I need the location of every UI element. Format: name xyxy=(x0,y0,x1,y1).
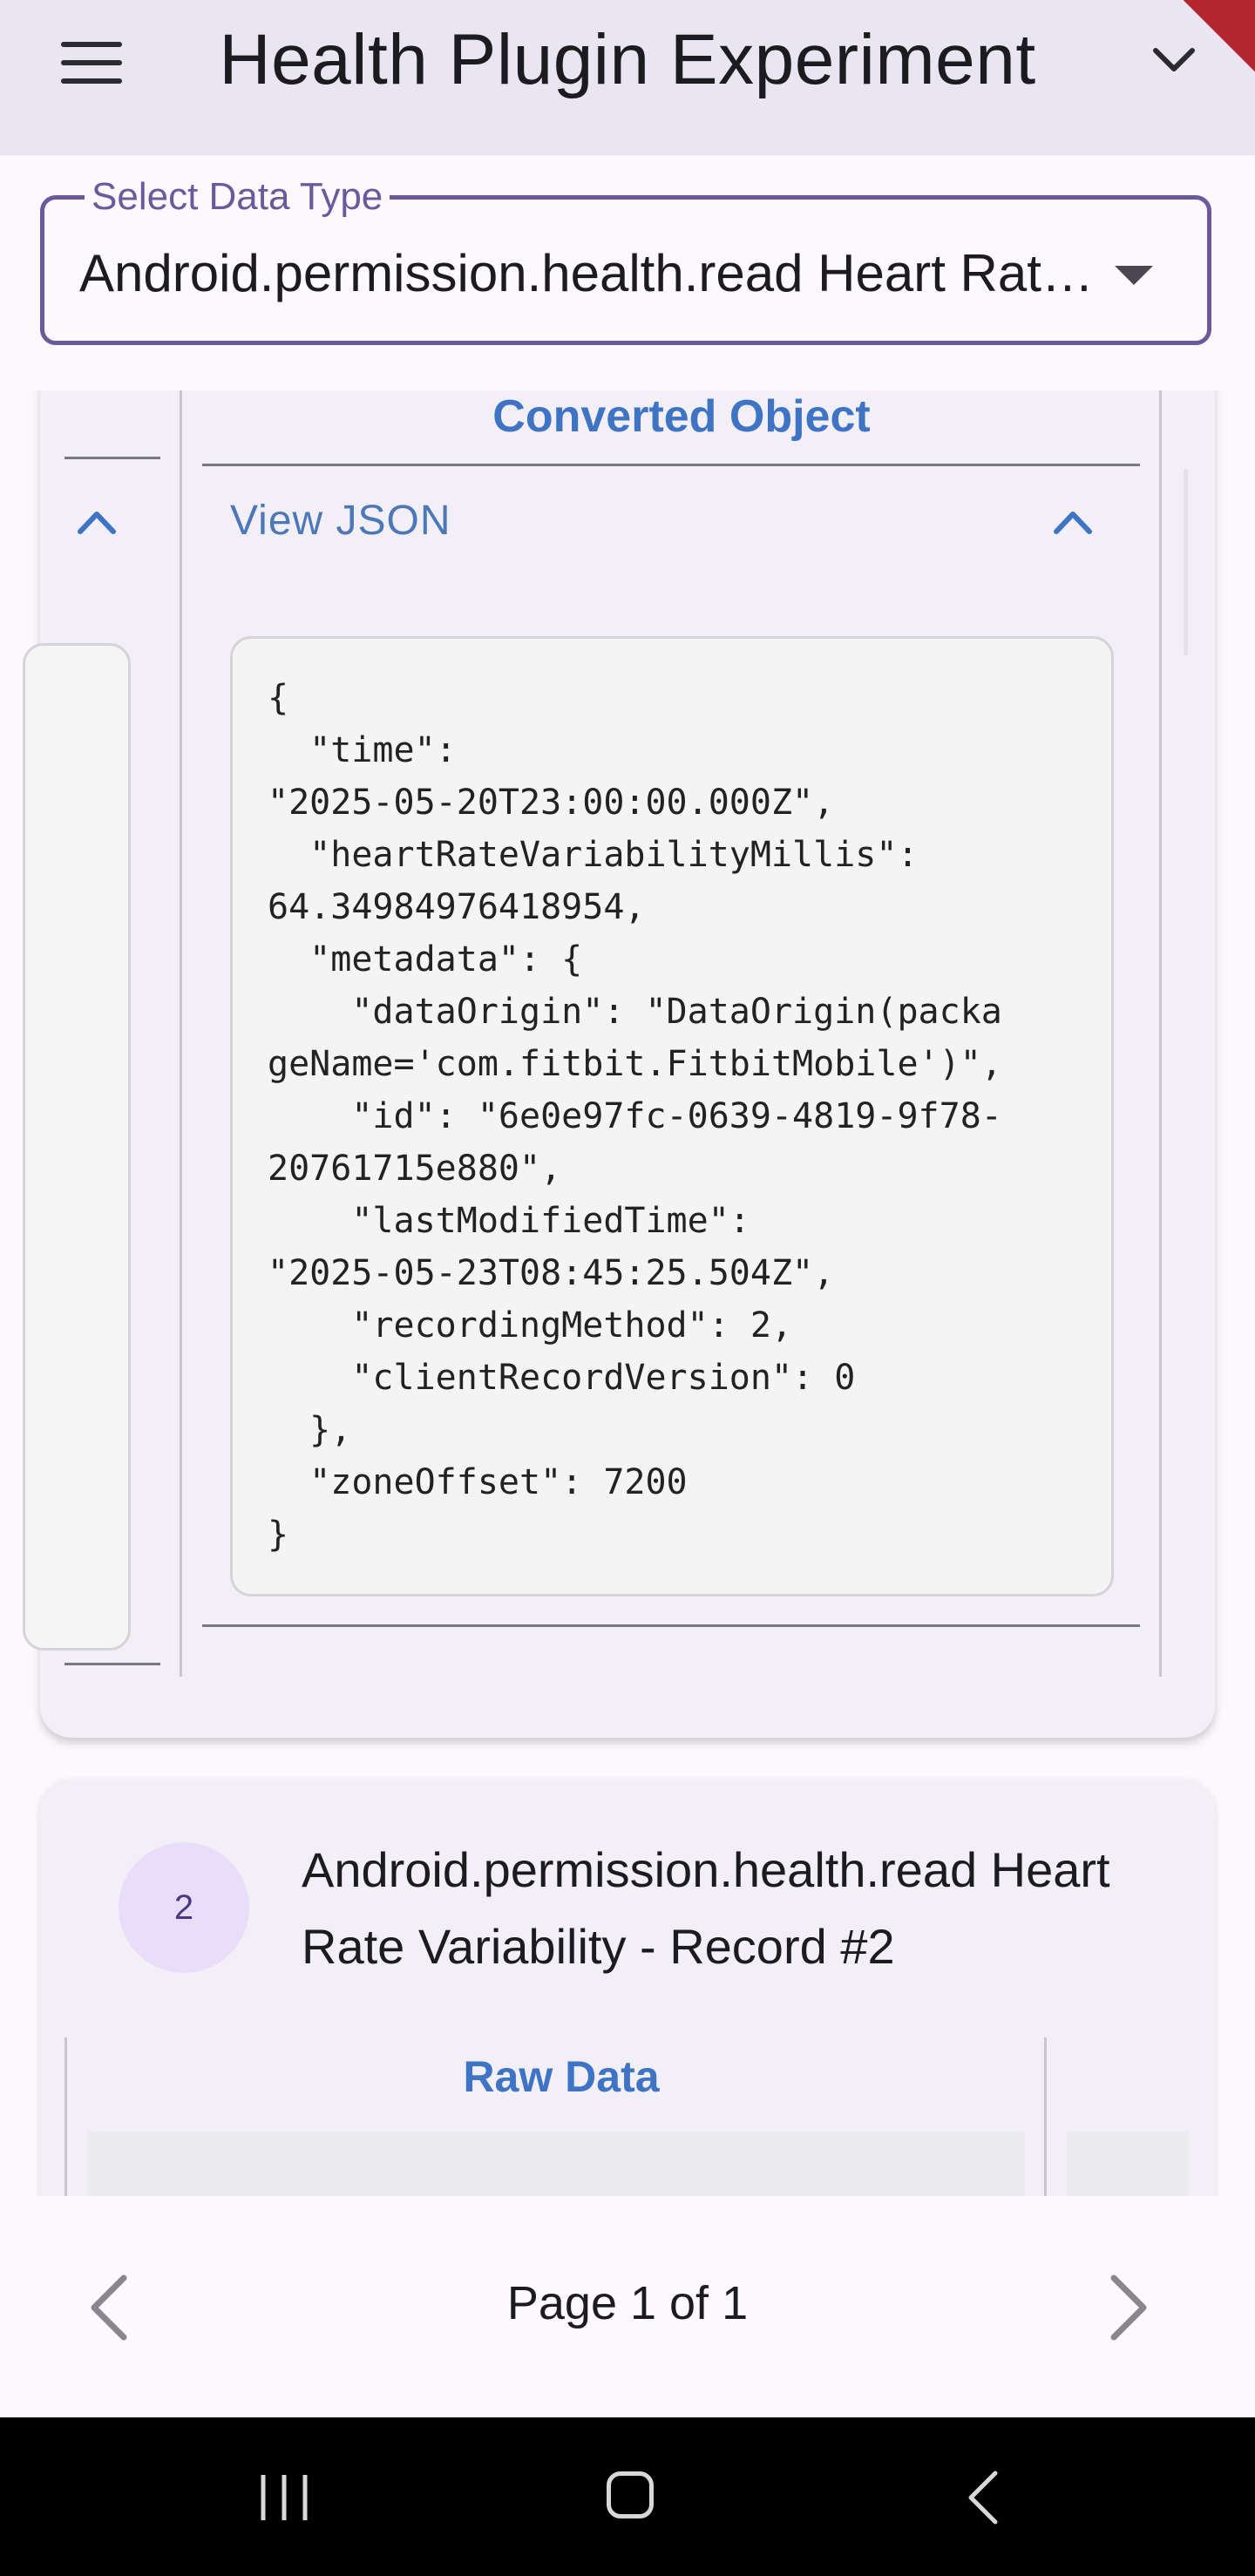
left-divider xyxy=(64,457,160,459)
system-navigation-bar xyxy=(0,2417,1255,2576)
column-divider-right xyxy=(1159,390,1162,1677)
chevron-up-icon[interactable] xyxy=(1051,504,1095,539)
json-viewer: { "time": "2025-05-20T23:00:00.000Z", "h… xyxy=(230,636,1114,1596)
records-list[interactable]: Converted Object View JSON { "time": "20… xyxy=(0,390,1255,2196)
recents-icon[interactable] xyxy=(256,2471,312,2524)
chevron-up-icon[interactable] xyxy=(75,504,119,539)
converted-data-box xyxy=(1067,2132,1189,2196)
page-indicator: Page 1 of 1 xyxy=(506,2277,749,2329)
record-card: Converted Object View JSON { "time": "20… xyxy=(23,390,1215,1738)
view-json-toggle[interactable]: View JSON xyxy=(230,497,451,545)
chevron-down-icon[interactable] xyxy=(1152,45,1196,75)
dropdown-caret-icon[interactable] xyxy=(1115,266,1153,285)
back-icon[interactable] xyxy=(966,2470,1001,2525)
raw-json-box xyxy=(23,643,131,1651)
left-divider-bottom xyxy=(64,1663,160,1665)
record-number-avatar: 2 xyxy=(119,1842,249,1973)
select-value: Android.permission.health.read Heart Rat… xyxy=(79,244,1108,302)
home-icon[interactable] xyxy=(607,2471,654,2518)
select-label: Select Data Type xyxy=(85,175,390,219)
horizontal-scrollbar[interactable] xyxy=(1184,469,1188,655)
record-card: 2 Android.permission.health.read Heart R… xyxy=(40,1779,1215,2196)
record-title: Android.permission.health.read Heart Rat… xyxy=(302,1842,1110,1974)
converted-object-title: Converted Object xyxy=(492,391,871,442)
pagination-bar: Page 1 of 1 xyxy=(0,2196,1255,2417)
chevron-right-icon[interactable] xyxy=(1102,2273,1154,2342)
raw-data-title: Raw Data xyxy=(463,2052,660,2101)
app-title: Health Plugin Experiment xyxy=(219,20,1036,99)
json-content: { "time": "2025-05-20T23:00:00.000Z", "h… xyxy=(268,678,1002,1555)
raw-data-box xyxy=(87,2132,1025,2196)
column-divider xyxy=(180,390,182,1677)
data-type-select[interactable]: Select Data Type Android.permission.heal… xyxy=(40,175,1211,345)
section-divider xyxy=(202,464,1140,466)
app-bar: Health Plugin Experiment xyxy=(0,0,1255,155)
section-divider-bottom xyxy=(202,1624,1140,1627)
